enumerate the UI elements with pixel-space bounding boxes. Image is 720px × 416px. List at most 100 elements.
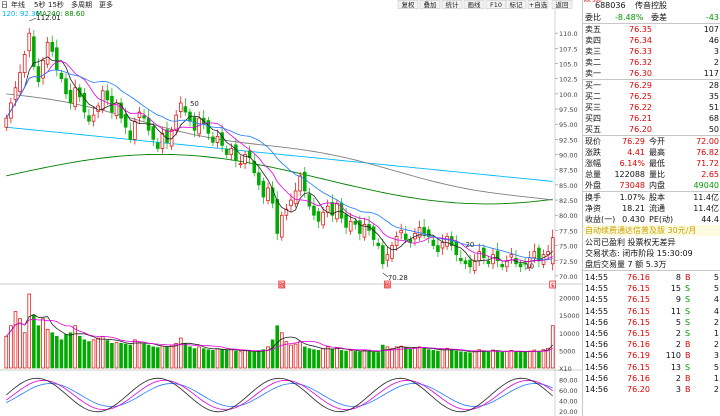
volume-bar[interactable]	[91, 339, 96, 369]
ask-price[interactable]: 76.30	[629, 68, 652, 79]
volume-bar[interactable]	[151, 346, 156, 369]
volume-bar[interactable]	[114, 342, 119, 369]
candle-body[interactable]	[381, 245, 385, 265]
candle-body[interactable]	[179, 102, 183, 112]
volume-bar[interactable]	[321, 348, 325, 369]
volume-bar[interactable]	[247, 351, 252, 369]
bid-price[interactable]: 76.22	[629, 102, 652, 113]
volume-bar[interactable]	[174, 342, 178, 369]
ask-price[interactable]: 76.33	[629, 46, 652, 57]
candle-body[interactable]	[486, 261, 491, 265]
candle-body[interactable]	[266, 187, 270, 202]
volume-bar[interactable]	[252, 351, 257, 369]
ask-price[interactable]: 76.32	[629, 57, 652, 68]
volume-bar[interactable]	[472, 351, 477, 369]
volume-bar[interactable]	[358, 351, 362, 369]
candle-body[interactable]	[55, 47, 59, 70]
volume-bar[interactable]	[335, 347, 339, 369]
volume-bar[interactable]	[376, 352, 380, 369]
volume-bar[interactable]	[45, 328, 50, 369]
volume-bar[interactable]	[188, 346, 192, 369]
volume-bar[interactable]	[105, 340, 110, 369]
candle-body[interactable]	[234, 144, 238, 161]
candle-body[interactable]	[500, 264, 504, 268]
candle-body[interactable]	[87, 115, 91, 122]
candle-body[interactable]	[335, 202, 339, 220]
volume-bar[interactable]	[270, 339, 275, 369]
volume-bar[interactable]	[238, 351, 243, 369]
volume-bar[interactable]	[431, 350, 436, 369]
volume-bar[interactable]	[206, 349, 211, 369]
volume-bar[interactable]	[156, 347, 160, 369]
volume-bar[interactable]	[50, 332, 54, 369]
candle-body[interactable]	[394, 236, 399, 246]
volume-bar[interactable]	[302, 346, 307, 369]
volume-bar[interactable]	[36, 325, 41, 369]
candle-body[interactable]	[353, 220, 358, 225]
candle-body[interactable]	[206, 120, 211, 134]
candle-body[interactable]	[123, 114, 128, 128]
volume-bar[interactable]	[123, 343, 128, 369]
volume-bar[interactable]	[215, 348, 220, 369]
candle-body[interactable]	[4, 117, 9, 128]
candle-body[interactable]	[440, 242, 445, 249]
kline-chart-svg[interactable]: 日年线 5秒 15秒 多周期 更多 复权 叠加 统计 画线 F10 标记 +自选 返回 120: 92.3…	[0, 0, 582, 416]
volume-bar[interactable]	[77, 335, 82, 369]
candle-body[interactable]	[105, 90, 110, 101]
ask-price[interactable]: 76.35	[629, 24, 652, 35]
volume-bar[interactable]	[325, 346, 330, 369]
volume-bar[interactable]	[491, 349, 495, 369]
volume-bar[interactable]	[440, 349, 445, 369]
volume-bar[interactable]	[293, 343, 298, 369]
volume-bar[interactable]	[449, 349, 454, 369]
volume-bar[interactable]	[468, 352, 472, 369]
candle-body[interactable]	[468, 259, 472, 268]
candle-body[interactable]	[229, 148, 234, 155]
candle-body[interactable]	[160, 132, 165, 149]
volume-bar[interactable]	[523, 351, 527, 369]
volume-bar[interactable]	[316, 350, 321, 369]
candle-body[interactable]	[302, 171, 307, 192]
candle-body[interactable]	[316, 211, 321, 222]
volume-bar[interactable]	[280, 332, 284, 369]
candle-body[interactable]	[532, 251, 537, 259]
volume-bar[interactable]	[169, 344, 174, 369]
volume-bar[interactable]	[344, 350, 348, 369]
volume-bar[interactable]	[87, 341, 91, 369]
candle-body[interactable]	[183, 106, 188, 113]
candle-body[interactable]	[224, 148, 229, 155]
volume-bar[interactable]	[537, 350, 541, 369]
candle-body[interactable]	[491, 254, 495, 265]
volume-bar[interactable]	[367, 350, 371, 369]
volume-bar[interactable]	[550, 325, 555, 369]
volume-bar[interactable]	[243, 350, 247, 369]
candle-body[interactable]	[550, 237, 555, 265]
volume-bar[interactable]	[436, 350, 440, 369]
volume-bar[interactable]	[183, 342, 188, 369]
candle-body[interactable]	[257, 172, 261, 186]
volume-bar[interactable]	[495, 350, 500, 369]
volume-bar[interactable]	[482, 350, 486, 369]
candle-body[interactable]	[307, 194, 312, 207]
candle-body[interactable]	[13, 87, 18, 100]
candle-body[interactable]	[358, 220, 362, 234]
candle-body[interactable]	[298, 175, 302, 192]
candle-body[interactable]	[133, 120, 137, 140]
candle-body[interactable]	[293, 190, 298, 205]
candle-body[interactable]	[509, 254, 514, 258]
volume-bar[interactable]	[146, 344, 151, 369]
bid-price[interactable]: 76.21	[629, 113, 652, 124]
candle-body[interactable]	[454, 241, 459, 256]
volume-bar[interactable]	[353, 351, 358, 369]
candle-body[interactable]	[59, 72, 64, 80]
volume-bar[interactable]	[381, 344, 385, 369]
candle-body[interactable]	[518, 263, 523, 268]
volume-bar[interactable]	[339, 350, 344, 369]
volume-bar[interactable]	[312, 349, 316, 369]
volume-bar[interactable]	[137, 342, 142, 369]
candle-body[interactable]	[128, 130, 133, 140]
candle-body[interactable]	[390, 245, 394, 259]
volume-bar[interactable]	[509, 350, 514, 369]
candle-body[interactable]	[371, 226, 376, 240]
candle-body[interactable]	[436, 245, 440, 253]
